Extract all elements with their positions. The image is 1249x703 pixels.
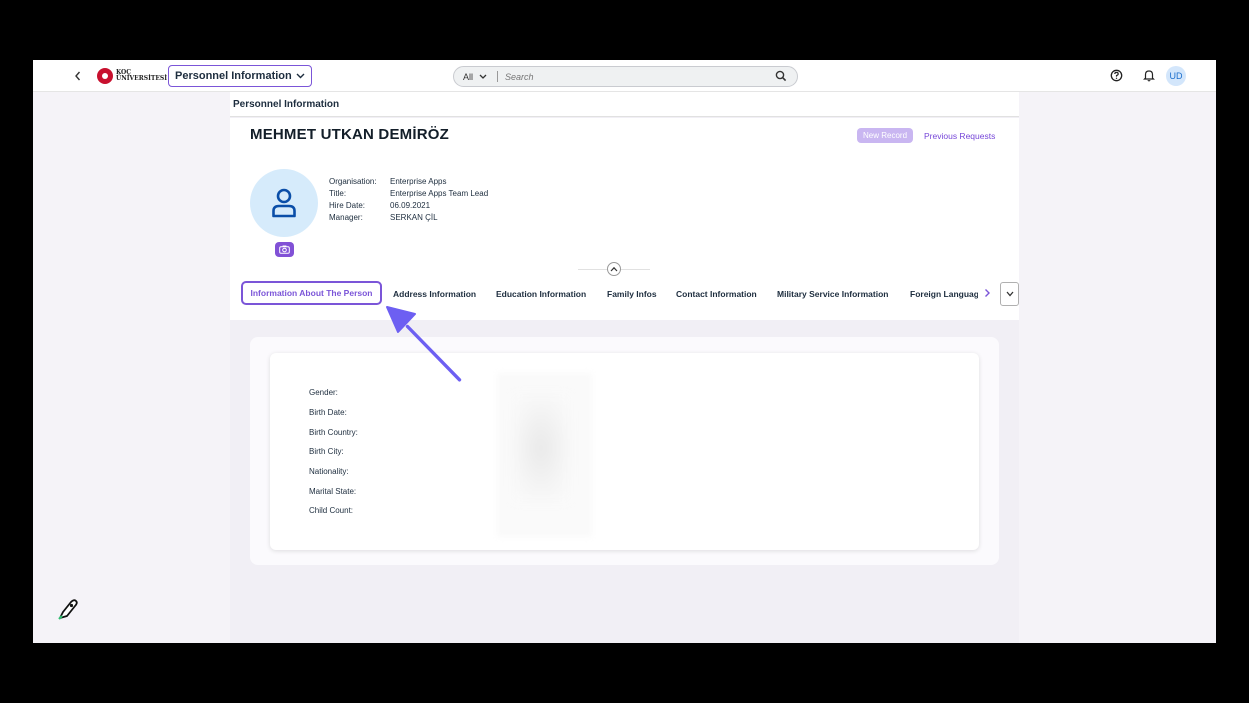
nationality-label: Nationality: (309, 467, 349, 476)
organisation-label: Organisation: (329, 177, 377, 186)
help-icon[interactable] (1110, 69, 1123, 82)
hire-date-label: Hire Date: (329, 201, 366, 210)
chevron-down-icon (296, 73, 305, 79)
logo-mark-icon (97, 68, 113, 84)
chevron-down-icon (1006, 291, 1013, 297)
search-scope-label: All (463, 71, 474, 82)
birth-date-label: Birth Date: (309, 408, 347, 417)
tab-address-information[interactable]: Address Information (393, 289, 476, 299)
birth-city-label: Birth City: (309, 447, 344, 456)
chevron-down-icon (479, 74, 487, 79)
tab-information-about-the-person[interactable]: Information About The Person (241, 281, 382, 305)
bell-icon[interactable] (1143, 69, 1155, 82)
hire-date-value: 06.09.2021 (390, 201, 431, 210)
object-header: MEHMET UTKAN DEMİRÖZ New Record Previous… (230, 118, 1019, 320)
camera-icon (279, 245, 290, 254)
manager-label: Manager: (329, 213, 363, 222)
previous-requests-button[interactable]: Previous Requests (924, 131, 995, 141)
search-icon[interactable] (775, 70, 787, 82)
collapse-header-button[interactable] (607, 262, 621, 276)
gender-label: Gender: (309, 388, 338, 397)
chevron-left-icon (75, 71, 81, 81)
child-count-label: Child Count: (309, 506, 354, 515)
chevron-up-icon (610, 266, 618, 272)
birth-country-label: Birth Country: (309, 428, 358, 437)
manager-value: SERKAN ÇİL (390, 213, 438, 222)
new-record-button[interactable]: New Record (857, 128, 914, 143)
app-title-menu-button[interactable]: Personnel Information (168, 65, 312, 87)
change-photo-button[interactable] (275, 242, 294, 257)
browser-viewport: KOÇ ÜNİVERSİTESİ Personnel Information A… (33, 60, 1216, 643)
university-logo[interactable]: KOÇ ÜNİVERSİTESİ (97, 68, 167, 84)
blurred-values-shade (511, 393, 571, 503)
object-page: Personnel Information MEHMET UTKAN DEMİR… (230, 92, 1019, 643)
logo-text-line2: ÜNİVERSİTESİ (116, 75, 168, 82)
search-scope-select[interactable]: All (454, 71, 498, 82)
tab-overflow-button[interactable] (1000, 282, 1019, 306)
tab-education-information[interactable]: Education Information (496, 289, 586, 299)
marital-state-label: Marital State: (309, 487, 357, 496)
person-info-card: Gender: Birth Date: Birth Country: Birth… (270, 353, 979, 550)
title-label: Title: (329, 189, 347, 198)
tab-contact-information[interactable]: Contact Information (676, 289, 757, 299)
page-header: Personnel Information (230, 92, 1019, 117)
person-icon (272, 188, 296, 218)
page-title: Personnel Information (233, 99, 340, 110)
pen-tool-icon[interactable] (57, 597, 79, 621)
section-tab-bar: Information About The Person Address Inf… (230, 279, 1019, 311)
profile-photo (250, 169, 318, 237)
chevron-right-icon[interactable] (984, 288, 991, 298)
back-button[interactable] (71, 68, 85, 84)
search-field: All (453, 66, 798, 87)
title-value: Enterprise Apps Team Lead (390, 189, 489, 198)
tab-military-service-information[interactable]: Military Service Information (777, 289, 888, 299)
person-name: MEHMET UTKAN DEMİRÖZ (250, 126, 449, 143)
app-title-label: Personnel Information (175, 70, 292, 82)
tab-foreign-language[interactable]: Foreign Languag (910, 289, 978, 299)
tab-family-infos[interactable]: Family Infos (607, 289, 657, 299)
organisation-value: Enterprise Apps (390, 177, 447, 186)
shell-bar: KOÇ ÜNİVERSİTESİ Personnel Information A… (33, 60, 1216, 92)
search-input[interactable] (498, 71, 768, 82)
user-avatar[interactable]: UD (1166, 66, 1186, 86)
